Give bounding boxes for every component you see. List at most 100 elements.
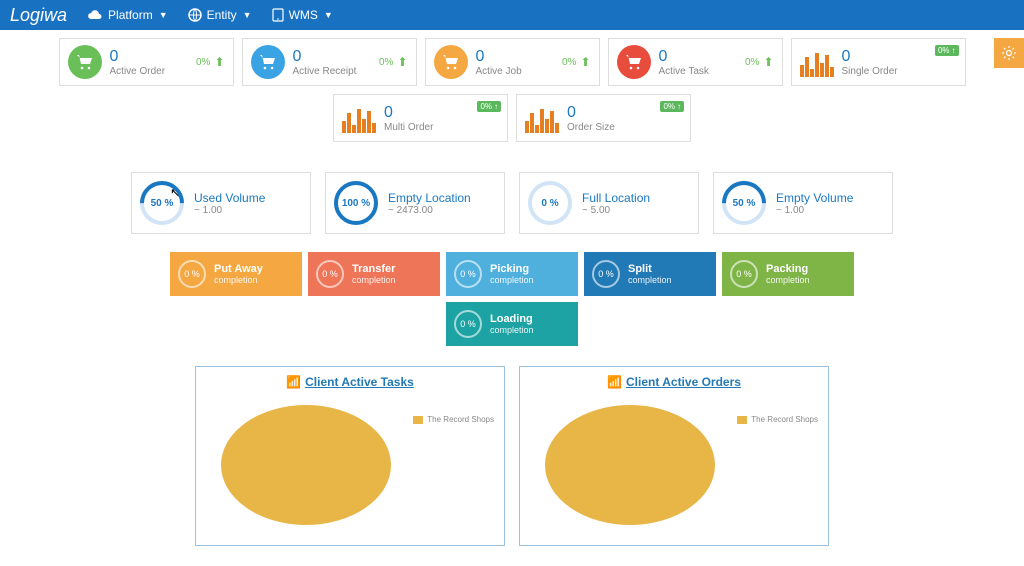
tile-transfer[interactable]: 0 % Transfercompletion [308, 252, 440, 296]
kpi-value: 0 [659, 48, 745, 66]
bars-icon [800, 47, 834, 77]
gauge-full-location[interactable]: 0 % Full Location~ 5.00 [519, 172, 699, 234]
gauge-ring: 0 % [528, 181, 572, 225]
arrow-up-icon: ↑ [952, 46, 956, 55]
legend-swatch [413, 416, 423, 424]
kpi-row-2: 0Multi Order 0%↑ 0Order Size 0%↑ [50, 94, 974, 142]
gauge-title: Empty Volume [776, 191, 853, 205]
panel-client-active-tasks[interactable]: 📶Client Active Tasks The Record Shops [195, 366, 505, 546]
gauge-row: 50 % Used Volume~ 1.00 100 % Empty Locat… [50, 172, 974, 234]
pct-badge: 0%↑ [660, 101, 684, 112]
panel-body: The Record Shops [206, 395, 494, 535]
app-header: Logiwa Platform ▼ Entity ▼ WMS ▼ [0, 0, 1024, 30]
tile-packing[interactable]: 0 % Packingcompletion [722, 252, 854, 296]
legend-swatch [737, 416, 747, 424]
arrow-up-icon: ⬆ [763, 55, 773, 69]
kpi-label: Order Size [567, 122, 682, 133]
tile-loading[interactable]: 0 %Loadingcompletion [446, 302, 578, 346]
nav-label: Entity [207, 8, 237, 22]
kpi-value: 0 [110, 48, 196, 66]
tile-sub: completion [352, 275, 396, 285]
kpi-order-size[interactable]: 0Order Size 0%↑ [516, 94, 691, 142]
kpi-single-order[interactable]: 0Single Order 0%↑ [791, 38, 966, 86]
tile-sub: completion [766, 275, 810, 285]
ring-icon: 0 % [730, 260, 758, 288]
nav-entity[interactable]: Entity ▼ [188, 8, 252, 22]
tile-title: Transfer [352, 263, 396, 275]
tile-title: Put Away [214, 263, 263, 275]
tile-title: Picking [490, 263, 534, 275]
pct-badge: 0%↑ [477, 101, 501, 112]
gauge-ring: 100 % [334, 181, 378, 225]
tile-sub: completion [490, 275, 534, 285]
gauge-sub: ~ 1.00 [776, 205, 853, 216]
gauge-title: Empty Location [388, 191, 471, 205]
kpi-pct: 0% [379, 57, 393, 68]
arrow-up-icon: ↑ [677, 102, 681, 111]
kpi-pct: 0% [562, 57, 576, 68]
gauge-empty-location[interactable]: 100 % Empty Location~ 2473.00 [325, 172, 505, 234]
tablet-icon [272, 8, 284, 22]
dashboard-content: ↖ 0Active Order 0%⬆ 0Active Receipt 0%⬆ … [0, 30, 1024, 566]
pct-badge: 0%↑ [935, 45, 959, 56]
completion-row-2: 0 %Loadingcompletion [50, 302, 974, 346]
gauge-sub: ~ 1.00 [194, 205, 265, 216]
ring-icon: 0 % [316, 260, 344, 288]
pie-chart [545, 405, 715, 525]
panel-title: 📶Client Active Orders [530, 375, 818, 389]
gauge-sub: ~ 2473.00 [388, 205, 471, 216]
gauge-ring: 50 % [140, 181, 184, 225]
kpi-multi-order[interactable]: 0Multi Order 0%↑ [333, 94, 508, 142]
cart-icon [68, 45, 102, 79]
chart-legend: The Record Shops [413, 415, 494, 424]
kpi-active-receipt[interactable]: 0Active Receipt 0%⬆ [242, 38, 417, 86]
ring-icon: 0 % [592, 260, 620, 288]
gauge-used-volume[interactable]: 50 % Used Volume~ 1.00 [131, 172, 311, 234]
arrow-up-icon: ⬆ [397, 55, 407, 69]
chevron-down-icon: ▼ [159, 10, 168, 20]
ring-icon: 0 % [454, 310, 482, 338]
tile-sub: completion [628, 275, 672, 285]
kpi-label: Active Task [659, 66, 745, 77]
kpi-active-order[interactable]: 0Active Order 0%⬆ [59, 38, 234, 86]
arrow-up-icon: ↑ [494, 102, 498, 111]
gear-icon [1001, 45, 1017, 61]
completion-row-1: 0 %Put Awaycompletion 0 %Transfercomplet… [50, 252, 974, 296]
globe-icon [188, 8, 202, 22]
cloud-icon [87, 9, 103, 21]
nav-wms[interactable]: WMS ▼ [272, 8, 333, 22]
gauge-empty-volume[interactable]: 50 % Empty Volume~ 1.00 [713, 172, 893, 234]
tile-sub: completion [490, 325, 534, 335]
chevron-down-icon: ▼ [324, 10, 333, 20]
tile-title: Packing [766, 263, 810, 275]
nav-platform[interactable]: Platform ▼ [87, 8, 168, 22]
settings-button[interactable] [994, 38, 1024, 68]
kpi-label: Active Order [110, 66, 196, 77]
tile-title: Split [628, 263, 672, 275]
kpi-value: 0 [476, 48, 562, 66]
gauge-title: Full Location [582, 191, 650, 205]
chevron-down-icon: ▼ [243, 10, 252, 20]
panel-client-active-orders[interactable]: 📶Client Active Orders The Record Shops [519, 366, 829, 546]
tile-split[interactable]: 0 % Splitcompletion [584, 252, 716, 296]
chart-panels-row: 📶Client Active Tasks The Record Shops 📶C… [50, 366, 974, 546]
pie-chart [221, 405, 391, 525]
kpi-label: Active Receipt [293, 66, 379, 77]
kpi-label: Single Order [842, 66, 957, 77]
bars-icon [525, 103, 559, 133]
chart-icon: 📶 [607, 375, 622, 389]
gauge-title: Used Volume [194, 191, 265, 205]
arrow-up-icon: ⬆ [580, 55, 590, 69]
cart-icon [251, 45, 285, 79]
tile-picking[interactable]: 0 %Pickingcompletion [446, 252, 578, 296]
chart-icon: 📶 [286, 375, 301, 389]
kpi-active-task[interactable]: 0Active Task 0%⬆ [608, 38, 783, 86]
gauge-sub: ~ 5.00 [582, 205, 650, 216]
kpi-label: Multi Order [384, 122, 499, 133]
ring-icon: 0 % [178, 260, 206, 288]
nav-label: Platform [108, 8, 153, 22]
panel-body: The Record Shops [530, 395, 818, 535]
kpi-active-job[interactable]: 0Active Job 0%⬆ [425, 38, 600, 86]
tile-put-away[interactable]: 0 %Put Awaycompletion [170, 252, 302, 296]
arrow-up-icon: ⬆ [214, 55, 224, 69]
